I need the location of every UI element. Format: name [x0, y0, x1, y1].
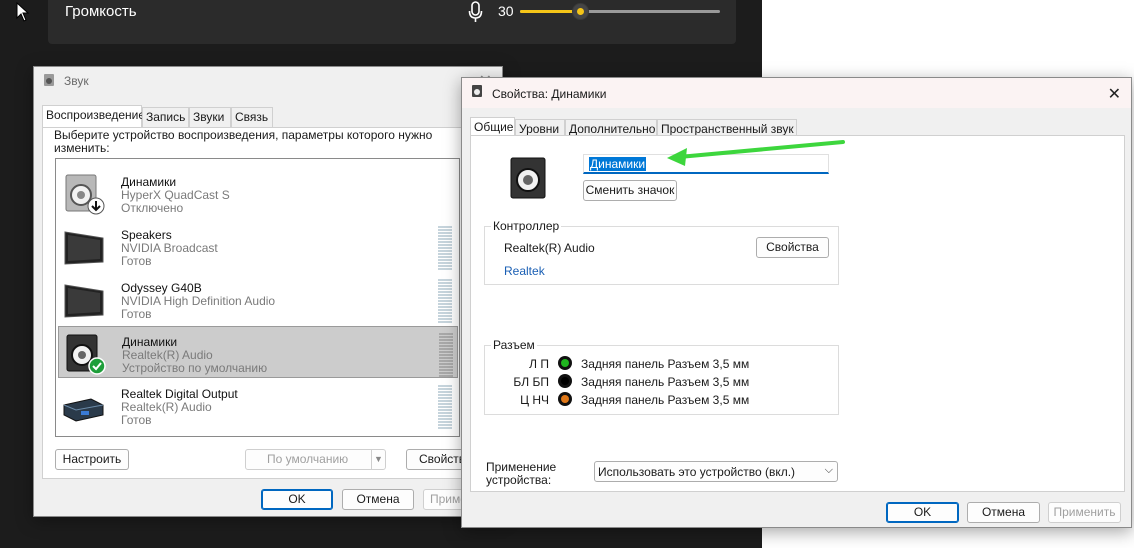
digital-output-icon [63, 398, 104, 422]
properties-window: Свойства: Динамики ✕ Общие Уровни Дополн… [461, 77, 1132, 528]
controller-name: Realtek(R) Audio [504, 241, 595, 255]
set-default-label: По умолчанию [267, 452, 349, 466]
level-meter [438, 226, 452, 270]
device-status: Готов [121, 254, 152, 268]
list-item[interactable]: Odyssey G40B NVIDIA High Definition Audi… [58, 273, 458, 325]
jack-row: Л П Задняя панель Разъем 3,5 мм [485, 356, 825, 372]
sound-window-title: Звук [64, 74, 89, 88]
tab-label: Общие [474, 120, 514, 134]
sound-titlebar: Звук ✕ [34, 67, 502, 95]
controller-group: Контроллер Realtek(R) Audio Свойства Rea… [484, 219, 839, 285]
level-meter [438, 279, 452, 323]
device-list[interactable]: Динамики HyperX QuadCast S Отключено Spe… [55, 158, 460, 437]
instruction-text: Выберите устройство воспроизведения, пар… [54, 128, 433, 155]
set-default-button[interactable]: По умолчанию ▼ [245, 449, 386, 470]
usage-label: Применение устройства: [486, 460, 557, 487]
tab-label: Звуки [193, 110, 225, 124]
tab-label: Запись [146, 110, 186, 124]
usage-select[interactable]: Использовать это устройство (вкл.) ⌵ [594, 461, 838, 482]
volume-flyout: Громкость 30 [48, 0, 736, 44]
jack-row: БЛ БП Задняя панель Разъем 3,5 мм [485, 374, 825, 390]
jack-row: Ц НЧ Задняя панель Разъем 3,5 мм [485, 392, 825, 408]
tab-label: Воспроизведение [46, 108, 146, 122]
device-driver: Realtek(R) Audio [122, 348, 213, 362]
sound-window: Звук ✕ Воспроизведение Запись Звуки Связ… [33, 66, 503, 517]
tab-label: Связь [235, 110, 269, 124]
tab-playback[interactable]: Воспроизведение [42, 105, 146, 127]
change-icon-button[interactable]: Сменить значок [583, 180, 677, 201]
speaker-icon [65, 174, 105, 215]
usage-select-value: Использовать это устройство (вкл.) [598, 465, 796, 479]
device-name: Speakers [121, 228, 172, 242]
list-item[interactable]: Realtek Digital Output Realtek(R) Audio … [58, 379, 458, 431]
microphone-icon[interactable] [468, 0, 484, 24]
device-status: Готов [121, 307, 152, 321]
controller-properties-button[interactable]: Свойства [756, 237, 829, 258]
device-name-value: Динамики [589, 157, 647, 171]
realtek-link[interactable]: Realtek [504, 264, 545, 278]
speaker-small-icon [44, 74, 54, 86]
device-name: Динамики [121, 175, 177, 189]
device-name: Odyssey G40B [121, 281, 202, 295]
jack-description: Задняя панель Разъем 3,5 мм [581, 393, 750, 407]
volume-value: 30 [498, 3, 514, 19]
chevron-down-icon: ⌵ [824, 464, 833, 476]
properties-titlebar: Свойства: Динамики ✕ [462, 78, 1131, 108]
jack-code: БЛ БП [513, 375, 549, 389]
jack-green-dot-icon [558, 356, 572, 370]
volume-slider-thumb[interactable] [572, 3, 589, 20]
properties-window-title: Свойства: Динамики [492, 87, 607, 101]
device-name: Realtek Digital Output [121, 387, 238, 401]
device-status: Готов [121, 413, 152, 427]
chevron-down-icon[interactable]: ▼ [371, 450, 385, 469]
level-meter [439, 333, 453, 377]
speaker-small-icon [472, 85, 482, 97]
volume-slider-fill [520, 10, 580, 13]
device-status: Устройство по умолчанию [122, 361, 268, 375]
speaker-icon [66, 334, 106, 375]
monitor-icon [64, 231, 104, 265]
list-item[interactable]: Динамики HyperX QuadCast S Отключено [58, 167, 458, 219]
tab-label: Уровни [519, 122, 560, 136]
device-driver: NVIDIA Broadcast [121, 241, 218, 255]
jack-description: Задняя панель Разъем 3,5 мм [581, 375, 750, 389]
tab-communications[interactable]: Связь [231, 107, 273, 127]
jack-description: Задняя панель Разъем 3,5 мм [581, 357, 750, 371]
close-icon[interactable]: ✕ [1108, 84, 1121, 104]
tab-label: Пространственный звук [661, 122, 794, 136]
device-driver: NVIDIA High Definition Audio [121, 294, 276, 308]
apply-button[interactable]: Применить [1048, 502, 1121, 523]
general-panel [470, 135, 1125, 492]
list-item[interactable]: Speakers NVIDIA Broadcast Готов [58, 220, 458, 272]
ok-button[interactable]: OK [261, 489, 333, 510]
annotation-arrow-icon [667, 140, 845, 166]
device-status: Отключено [121, 201, 184, 215]
jack-title: Разъем [491, 338, 537, 352]
cancel-button[interactable]: Отмена [967, 502, 1040, 523]
cancel-button[interactable]: Отмена [342, 489, 414, 510]
sound-tabs: Воспроизведение Запись Звуки Связь [42, 105, 497, 127]
device-driver: Realtek(R) Audio [121, 400, 212, 414]
list-item[interactable]: Динамики Realtek(R) Audio Устройство по … [58, 326, 458, 378]
volume-slider[interactable] [520, 3, 720, 20]
ok-button[interactable]: OK [886, 502, 959, 523]
tab-recording[interactable]: Запись [142, 107, 189, 127]
jack-black-dot-icon [558, 374, 572, 388]
speaker-icon [510, 157, 546, 199]
volume-label: Громкость [65, 3, 137, 20]
jack-code: Ц НЧ [520, 393, 549, 407]
configure-button[interactable]: Настроить [55, 449, 129, 470]
tab-sounds[interactable]: Звуки [189, 107, 231, 127]
jack-orange-dot-icon [558, 392, 572, 406]
mouse-cursor-icon [16, 2, 30, 22]
level-meter [438, 385, 452, 429]
tab-label: Дополнительно [569, 122, 656, 136]
device-driver: HyperX QuadCast S [121, 188, 230, 202]
controller-title: Контроллер [491, 219, 562, 233]
jack-code: Л П [529, 357, 549, 371]
monitor-icon [64, 284, 104, 318]
device-name: Динамики [122, 335, 178, 349]
jack-group: Разъем Л П Задняя панель Разъем 3,5 мм Б… [484, 338, 839, 415]
